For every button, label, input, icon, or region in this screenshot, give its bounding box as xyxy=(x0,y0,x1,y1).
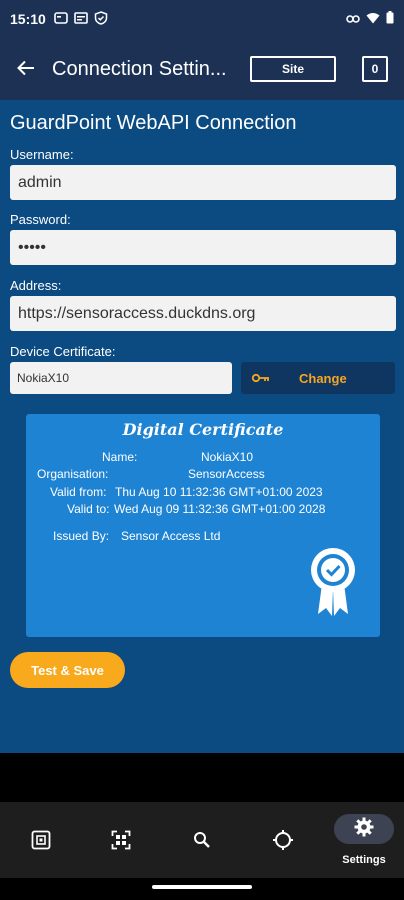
test-and-save-button[interactable]: Test & Save xyxy=(10,652,125,688)
valid-from-value: Thu Aug 10 11:32:36 GMT+01:00 2023 xyxy=(115,485,323,499)
count-button[interactable]: 0 xyxy=(362,56,388,82)
password-field[interactable]: ••••• xyxy=(10,230,396,265)
username-field[interactable]: admin xyxy=(10,165,396,200)
settings-pill xyxy=(334,814,394,844)
certificate-card: Digital Certificate Name: NokiaX10 Organ… xyxy=(26,414,380,637)
issued-by-label: Issued By: xyxy=(53,529,110,543)
name-value: NokiaX10 xyxy=(201,450,254,464)
certificate-field[interactable]: NokiaX10 xyxy=(10,362,232,394)
valid-to-value: Wed Aug 09 11:32:36 GMT+01:00 2028 xyxy=(114,502,326,516)
valid-to-label: Valid to: xyxy=(67,502,110,516)
organisation-value: SensorAccess xyxy=(188,467,265,481)
issued-by-value: Sensor Access Ltd xyxy=(121,529,221,543)
certificate-label: Device Certificate: xyxy=(10,344,116,359)
section-title: GuardPoint WebAPI Connection xyxy=(10,112,297,134)
app-bar: Connection Settin... Site 0 xyxy=(0,38,404,100)
username-label: Username: xyxy=(10,147,74,162)
search-icon xyxy=(190,828,214,852)
link-icon xyxy=(346,11,360,27)
back-arrow-icon[interactable] xyxy=(0,56,52,82)
address-field[interactable]: https://sensoraccess.duckdns.org xyxy=(10,296,396,331)
change-label: Change xyxy=(299,370,347,386)
nav-item-search[interactable] xyxy=(162,802,242,878)
key-icon xyxy=(241,370,281,386)
nav-label-settings: Settings xyxy=(342,854,386,866)
nav-item-location[interactable] xyxy=(243,802,323,878)
message-icon xyxy=(54,11,68,27)
connection-form: GuardPoint WebAPI Connection Username: a… xyxy=(0,100,404,753)
target-icon xyxy=(271,828,295,852)
shield-icon xyxy=(94,10,108,28)
status-bar: 15:10 xyxy=(0,0,404,38)
nav-item-settings[interactable]: Settings xyxy=(324,802,404,878)
password-label: Password: xyxy=(10,212,71,227)
wifi-icon xyxy=(366,11,380,27)
page-title: Connection Settin... xyxy=(52,57,227,80)
organisation-label: Organisation: xyxy=(37,467,109,481)
access-card-icon xyxy=(29,828,53,852)
award-badge-icon xyxy=(308,546,358,618)
name-label: Name: xyxy=(102,450,138,464)
address-label: Address: xyxy=(10,278,62,293)
site-button[interactable]: Site xyxy=(250,56,336,82)
battery-icon xyxy=(386,11,394,27)
gear-icon xyxy=(354,817,374,842)
card-icon xyxy=(74,11,88,27)
home-indicator[interactable] xyxy=(152,885,252,889)
nav-item-scan[interactable] xyxy=(81,802,161,878)
valid-from-label: Valid from: xyxy=(50,485,107,499)
certificate-title: Digital Certificate xyxy=(122,420,284,439)
change-certificate-button[interactable]: Change xyxy=(241,362,395,394)
nav-item-access[interactable] xyxy=(1,802,81,878)
qr-scan-icon xyxy=(109,828,133,852)
bottom-nav: Settings xyxy=(0,802,404,878)
status-time: 15:10 xyxy=(10,11,46,27)
